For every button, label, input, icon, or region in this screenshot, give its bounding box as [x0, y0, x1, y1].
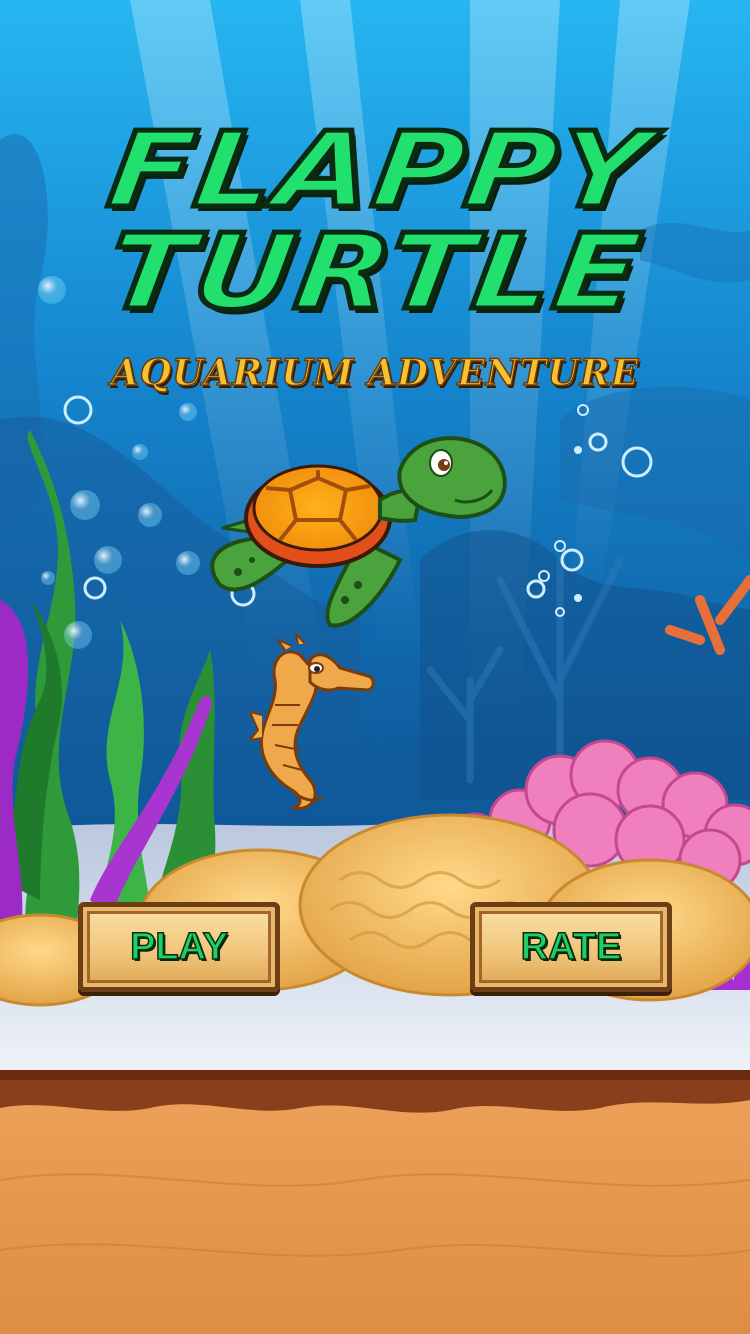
game-scene: FLAPPY TURTLE AQUARIUM ADVENTURE PLAY RA…	[0, 0, 750, 1334]
play-button[interactable]: PLAY	[78, 902, 280, 992]
rate-button[interactable]: RATE	[470, 902, 672, 992]
rate-button-label: RATE	[520, 925, 622, 969]
play-button-label: PLAY	[129, 925, 228, 969]
title-line-1: FLAPPY	[99, 106, 662, 233]
game-subtitle: AQUARIUM ADVENTURE	[110, 351, 640, 395]
title-line-2: TURTLE	[98, 208, 653, 335]
game-title: FLAPPY TURTLE	[0, 106, 750, 335]
